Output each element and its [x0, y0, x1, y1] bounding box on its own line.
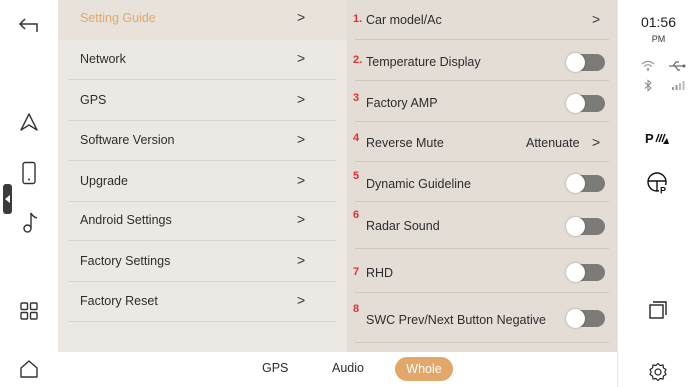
divider: [355, 201, 609, 202]
chevron-right-icon: >: [592, 11, 601, 27]
toggle-knob: [566, 217, 585, 236]
toggle-knob: [566, 309, 585, 328]
step-number: 2.: [353, 54, 363, 66]
chevron-right-icon: >: [297, 50, 306, 66]
divider: [68, 79, 336, 80]
dynamic-guideline-toggle[interactable]: [566, 174, 605, 193]
setting-label: Reverse Mute: [366, 136, 444, 150]
usb-icon: [666, 59, 688, 73]
tab-gps[interactable]: GPS: [262, 361, 288, 375]
setting-row-radar-sound[interactable]: 6 Radar Sound: [347, 203, 617, 249]
setting-label: Temperature Display: [366, 55, 481, 69]
setting-guide-panel: 1. Car model/Ac > 2. Temperature Display…: [347, 0, 617, 352]
signal-icon: [668, 78, 688, 92]
left-rail: [0, 0, 59, 387]
setting-row-reverse-mute[interactable]: 4 Reverse Mute Attenuate >: [347, 122, 617, 162]
parking-sensor-icon[interactable]: P: [642, 128, 672, 148]
menu-item-label: Setting Guide: [80, 11, 156, 25]
navigation-icon[interactable]: [0, 108, 58, 136]
divider: [355, 342, 609, 343]
clock-ampm: PM: [651, 34, 666, 44]
divider: [68, 240, 336, 241]
chevron-right-icon: >: [592, 134, 601, 150]
setting-row-dynamic-guideline[interactable]: 5 Dynamic Guideline: [347, 162, 617, 202]
step-number: 6: [353, 209, 360, 221]
svg-text:P: P: [645, 131, 654, 146]
back-arrow-icon[interactable]: [0, 10, 58, 40]
divider: [68, 160, 336, 161]
divider: [355, 39, 609, 40]
rhd-toggle[interactable]: [566, 263, 605, 282]
menu-item-setting-guide[interactable]: Setting Guide >: [58, 0, 347, 40]
step-number: 1.: [353, 13, 363, 25]
chevron-right-icon: >: [297, 131, 306, 147]
divider: [68, 321, 336, 322]
tab-whole[interactable]: Whole: [395, 357, 453, 381]
menu-item-factory-settings[interactable]: Factory Settings >: [58, 242, 347, 282]
apps-grid-icon[interactable]: [0, 298, 58, 324]
setting-row-temperature-display[interactable]: 2. Temperature Display: [347, 41, 617, 81]
menu-item-label: Upgrade: [80, 174, 128, 188]
chevron-right-icon: >: [297, 9, 306, 25]
menu-item-gps[interactable]: GPS >: [58, 81, 347, 121]
wifi-icon: [638, 59, 658, 73]
svg-text:P: P: [660, 186, 666, 196]
menu-item-label: Android Settings: [80, 213, 172, 227]
menu-item-software-version[interactable]: Software Version >: [58, 121, 347, 161]
bluetooth-icon: [638, 78, 658, 92]
toggle-knob: [566, 263, 585, 282]
right-rail: 01:56 PM P P: [617, 0, 698, 387]
menu-item-label: Network: [80, 52, 126, 66]
step-number: 8: [353, 303, 360, 315]
chevron-right-icon: >: [297, 252, 306, 268]
setting-label: Radar Sound: [366, 219, 440, 233]
step-number: 5: [353, 170, 360, 182]
menu-item-upgrade[interactable]: Upgrade >: [58, 162, 347, 202]
menu-item-label: Factory Settings: [80, 254, 171, 268]
menu-item-label: GPS: [80, 93, 107, 107]
setting-label: Car model/Ac: [366, 13, 442, 27]
menu-item-network[interactable]: Network >: [58, 40, 347, 80]
step-number: 7: [353, 266, 360, 278]
toggle-knob: [566, 174, 585, 193]
setting-row-swc-negative[interactable]: 8 SWC Prev/Next Button Negative: [347, 293, 617, 343]
setting-label: Dynamic Guideline: [366, 177, 471, 191]
toggle-knob: [566, 53, 585, 72]
music-icon[interactable]: [0, 208, 58, 238]
menu-item-factory-reset[interactable]: Factory Reset >: [58, 282, 347, 322]
steering-wheel-icon[interactable]: P: [644, 170, 672, 196]
chevron-right-icon: >: [297, 91, 306, 107]
setting-label: SWC Prev/Next Button Negative: [366, 313, 546, 327]
setting-row-rhd[interactable]: 7 RHD: [347, 249, 617, 293]
reverse-mute-value: Attenuate: [526, 136, 580, 150]
setting-label: Factory AMP: [366, 96, 438, 110]
temperature-display-toggle[interactable]: [566, 53, 605, 72]
bottom-tab-bar: GPS Audio Whole: [58, 352, 617, 387]
tab-audio[interactable]: Audio: [332, 361, 364, 375]
step-number: 4: [353, 132, 360, 144]
menu-item-android-settings[interactable]: Android Settings >: [58, 201, 347, 241]
setting-row-car-model[interactable]: 1. Car model/Ac >: [347, 0, 617, 40]
setting-row-factory-amp[interactable]: 3 Factory AMP: [347, 82, 617, 122]
swc-negative-toggle[interactable]: [566, 309, 605, 328]
step-number: 3: [353, 92, 360, 104]
factory-amp-toggle[interactable]: [566, 94, 605, 113]
clock-time: 01:56: [640, 14, 677, 30]
divider: [355, 80, 609, 81]
chevron-right-icon: >: [297, 211, 306, 227]
chevron-right-icon: >: [297, 172, 306, 188]
settings-icon[interactable]: [646, 360, 670, 384]
recent-apps-icon[interactable]: [646, 298, 670, 322]
radar-sound-toggle[interactable]: [566, 217, 605, 236]
menu-item-label: Software Version: [80, 133, 175, 147]
chevron-right-icon: >: [297, 292, 306, 308]
setting-label: RHD: [366, 266, 394, 280]
menu-item-label: Factory Reset: [80, 294, 158, 308]
settings-menu: Setting Guide > Network > GPS > Software…: [58, 0, 347, 352]
toggle-knob: [566, 94, 585, 113]
home-icon[interactable]: [0, 355, 58, 383]
